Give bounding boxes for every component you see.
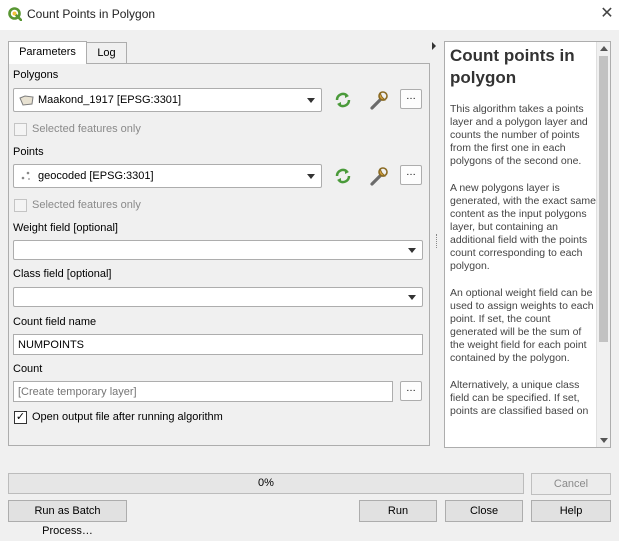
points-more-button[interactable]: … xyxy=(400,165,422,185)
help-title: Count points in polygon xyxy=(450,46,575,87)
help-paragraph: Alternatively, a unique class field can … xyxy=(450,379,589,417)
count-label: Count xyxy=(13,363,43,375)
point-layer-icon xyxy=(21,171,30,180)
polygons-selected-only-label: Selected features only xyxy=(32,123,141,135)
chevron-down-icon xyxy=(307,98,315,103)
weight-field-label: Weight field [optional] xyxy=(13,222,118,234)
progress-bar: 0% xyxy=(8,473,524,494)
scroll-thumb[interactable] xyxy=(599,56,608,342)
weight-field-combo[interactable] xyxy=(13,240,423,260)
points-label: Points xyxy=(13,146,44,158)
chevron-down-icon xyxy=(307,174,315,179)
count-field-name-input[interactable] xyxy=(13,334,423,355)
count-output-more-button[interactable]: … xyxy=(400,381,422,401)
splitter-handle[interactable] xyxy=(436,234,438,248)
points-value: geocoded [EPSG:3301] xyxy=(38,170,154,182)
help-panel: Count points in polygon This algorithm t… xyxy=(444,41,611,448)
window-title: Count Points in Polygon xyxy=(27,7,156,21)
polygons-combo[interactable]: Maakond_1917 [EPSG:3301] xyxy=(13,88,322,112)
cancel-button[interactable]: Cancel xyxy=(531,473,611,495)
points-combo[interactable]: geocoded [EPSG:3301] xyxy=(13,164,322,188)
open-output-label: Open output file after running algorithm xyxy=(32,411,223,423)
wrench-icon[interactable] xyxy=(367,164,391,188)
progress-text: 0% xyxy=(258,477,274,489)
polygon-layer-icon xyxy=(19,95,34,106)
open-output-checkbox[interactable]: ✓ xyxy=(14,411,27,424)
scroll-up-icon[interactable] xyxy=(600,46,608,51)
help-paragraph: A new polygons layer is generated, with … xyxy=(450,182,596,272)
polygons-label: Polygons xyxy=(13,69,59,81)
count-output-input[interactable] xyxy=(13,381,393,402)
class-field-label: Class field [optional] xyxy=(13,268,112,280)
tab-parameters[interactable]: Parameters xyxy=(8,41,87,64)
qgis-logo-icon xyxy=(8,7,22,21)
chevron-down-icon xyxy=(408,295,416,300)
help-scrollbar[interactable] xyxy=(596,42,610,447)
iterate-features-icon[interactable] xyxy=(331,164,355,188)
close-button[interactable]: Close xyxy=(445,500,523,522)
polygons-more-button[interactable]: … xyxy=(400,89,422,109)
run-button[interactable]: Run xyxy=(359,500,437,522)
help-paragraph: An optional weight field can be used to … xyxy=(450,287,594,364)
class-field-combo[interactable] xyxy=(13,287,423,307)
help-button[interactable]: Help xyxy=(531,500,611,522)
collapse-arrow-icon[interactable] xyxy=(430,42,438,50)
points-selected-only-checkbox[interactable] xyxy=(14,199,27,212)
close-window-icon[interactable]: ✕ xyxy=(596,3,618,25)
tab-log[interactable]: Log xyxy=(86,42,127,64)
help-paragraph: This algorithm takes a points layer and … xyxy=(450,103,588,167)
scroll-down-icon[interactable] xyxy=(600,438,608,443)
polygons-selected-only-checkbox[interactable] xyxy=(14,123,27,136)
wrench-icon[interactable] xyxy=(367,88,391,112)
points-selected-only-label: Selected features only xyxy=(32,199,141,211)
run-batch-button[interactable]: Run as Batch Process… xyxy=(8,500,127,537)
polygons-value: Maakond_1917 [EPSG:3301] xyxy=(38,94,182,106)
chevron-down-icon xyxy=(408,248,416,253)
iterate-features-icon[interactable] xyxy=(331,88,355,112)
count-field-name-label: Count field name xyxy=(13,316,97,328)
